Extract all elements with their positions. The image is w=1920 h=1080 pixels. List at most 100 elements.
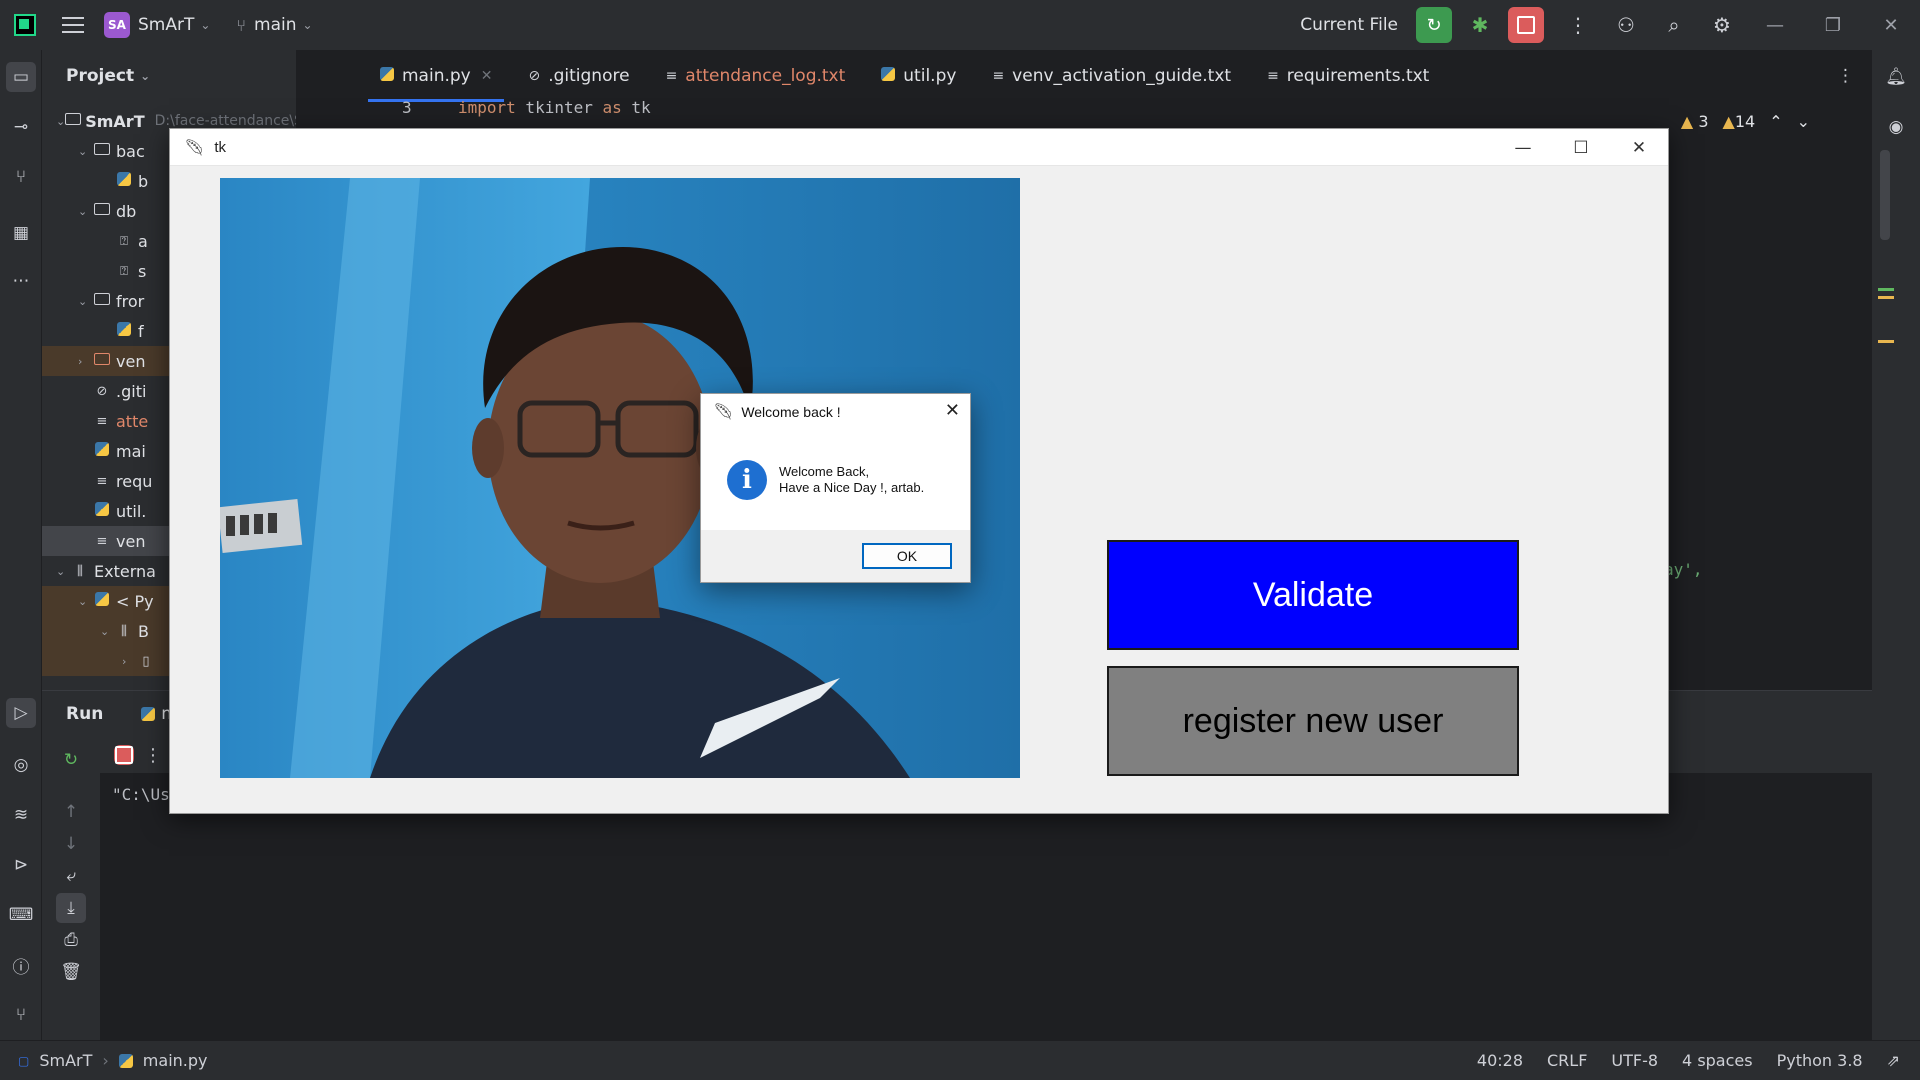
- pull-requests-icon[interactable]: ⑂: [6, 162, 36, 192]
- breadcrumb-file[interactable]: main.py: [143, 1051, 208, 1070]
- restore-window-button[interactable]: ❐: [1804, 15, 1862, 36]
- inspection-widget[interactable]: ▲ 3 ▲14 ⌃ ⌄: [1681, 112, 1810, 131]
- tree-label: atte: [116, 411, 149, 431]
- run-tool-icon[interactable]: ▷: [6, 698, 36, 728]
- search-icon[interactable]: ⌕: [1650, 13, 1698, 37]
- gutter-change-marker: [1878, 288, 1894, 291]
- structure-icon[interactable]: ▦: [6, 218, 36, 248]
- tree-label: a: [138, 231, 148, 251]
- tab-attendance-log[interactable]: ≡ attendance_log.txt: [648, 50, 864, 102]
- services-icon[interactable]: ⊳: [6, 850, 36, 880]
- validate-button[interactable]: Validate: [1107, 540, 1519, 650]
- soft-wrap-icon[interactable]: ⤶: [56, 861, 86, 891]
- read-only-lock-icon[interactable]: ⇗: [1887, 1051, 1900, 1070]
- settings-gear-icon[interactable]: ⚙: [1698, 13, 1746, 37]
- add-user-icon[interactable]: ⚇: [1602, 13, 1650, 37]
- run-config-selector[interactable]: Current File: [1300, 15, 1398, 35]
- more-options-icon[interactable]: ⋮: [144, 745, 162, 766]
- layers-icon[interactable]: ≋: [6, 800, 36, 830]
- tab-label: requirements.txt: [1286, 66, 1430, 86]
- editor-scrollbar[interactable]: [1880, 150, 1890, 240]
- tk-minimize-button[interactable]: —: [1494, 129, 1552, 166]
- tree-label: ven: [116, 531, 146, 551]
- debug-button[interactable]: ✱: [1462, 7, 1498, 43]
- chevron-down-icon: ⌄: [56, 564, 66, 578]
- main-menu-icon[interactable]: [62, 17, 84, 33]
- tk-titlebar[interactable]: 🪶︎ tk — ☐ ✕: [170, 129, 1668, 166]
- ok-button[interactable]: OK: [862, 543, 952, 569]
- weak-warning-count: 14: [1734, 112, 1756, 131]
- chevron-down-icon: ⌄: [56, 114, 66, 128]
- tab-gitignore[interactable]: ⊘ .gitignore: [510, 50, 647, 102]
- scroll-to-end-icon[interactable]: ⤓: [56, 893, 86, 923]
- python-file-icon: [92, 592, 112, 610]
- python-file-icon: [380, 67, 394, 85]
- text-file-icon: ≡: [665, 68, 678, 84]
- chevron-down-icon[interactable]: ⌄: [1797, 112, 1810, 131]
- arrow-up-icon[interactable]: ↑: [56, 797, 86, 827]
- tab-overflow-icon[interactable]: ⋮: [1819, 50, 1872, 102]
- messagebox-titlebar[interactable]: 🪶︎ Welcome back ! ✕: [701, 394, 970, 430]
- console-output[interactable]: "C:\Us: [112, 785, 170, 804]
- ai-assistant-icon[interactable]: ◉: [1881, 112, 1911, 142]
- arrow-down-icon[interactable]: ↓: [56, 829, 86, 859]
- keyword: as: [602, 98, 622, 117]
- print-icon[interactable]: ⎙: [56, 925, 86, 955]
- tab-venv-guide[interactable]: ≡ venv_activation_guide.txt: [974, 50, 1249, 102]
- code-line: import tkinter as tk: [458, 98, 651, 117]
- tab-main-py[interactable]: main.py ✕: [362, 50, 510, 102]
- more-actions-icon[interactable]: ⋮: [1554, 13, 1602, 37]
- code-fragment: ay',: [1664, 560, 1703, 579]
- welcome-messagebox: 🪶︎ Welcome back ! ✕ i Welcome Back, Have…: [700, 393, 971, 583]
- file-encoding[interactable]: UTF-8: [1611, 1051, 1658, 1070]
- messagebox-close-button[interactable]: ✕: [945, 400, 960, 421]
- breadcrumb-project[interactable]: SmArT: [39, 1051, 92, 1070]
- unknown-file-icon: ⍰: [120, 233, 128, 249]
- chevron-down-icon: ⌄: [302, 18, 313, 32]
- tk-maximize-button[interactable]: ☐: [1552, 129, 1610, 166]
- chevron-up-icon[interactable]: ⌃: [1769, 112, 1782, 131]
- tab-label: .gitignore: [548, 66, 630, 86]
- branch-switcher[interactable]: main: [254, 0, 296, 50]
- tab-requirements[interactable]: ≡ requirements.txt: [1249, 50, 1447, 102]
- line-separator[interactable]: CRLF: [1547, 1051, 1587, 1070]
- indent-setting[interactable]: 4 spaces: [1682, 1051, 1753, 1070]
- minimize-window-button[interactable]: —: [1746, 15, 1804, 36]
- tree-label: b: [138, 171, 149, 191]
- tree-label: requ: [116, 471, 153, 491]
- tk-feather-icon: 🪶︎: [713, 404, 734, 421]
- register-new-user-button[interactable]: register new user: [1107, 666, 1519, 776]
- stop-process-button[interactable]: [114, 745, 134, 765]
- rerun-icon[interactable]: ↻: [56, 745, 86, 775]
- run-panel-title[interactable]: Run: [66, 704, 103, 724]
- tk-feather-icon: 🪶︎: [184, 137, 205, 157]
- notifications-bell-icon[interactable]: 🔔︎: [1881, 62, 1911, 92]
- project-panel-title[interactable]: Project: [66, 66, 134, 86]
- trash-icon[interactable]: 🗑︎: [56, 957, 86, 987]
- code-text: tk: [621, 98, 651, 117]
- commit-icon[interactable]: ⊸: [6, 112, 36, 142]
- right-tool-strip: 🔔︎ ◉: [1872, 50, 1920, 1040]
- project-badge[interactable]: SA: [104, 12, 130, 38]
- rerun-button[interactable]: ↻: [1416, 7, 1452, 43]
- tk-close-button[interactable]: ✕: [1610, 129, 1668, 166]
- problems-icon[interactable]: ⓘ: [6, 950, 36, 980]
- close-tab-icon[interactable]: ✕: [481, 68, 493, 84]
- project-switcher[interactable]: SmArT: [138, 0, 194, 50]
- tk-window-title: tk: [214, 138, 226, 156]
- project-folder-icon[interactable]: ▭: [6, 62, 36, 92]
- python-interpreter[interactable]: Python 3.8: [1777, 1051, 1863, 1070]
- warning-count: 3: [1698, 112, 1709, 131]
- python-console-icon[interactable]: ◎: [6, 750, 36, 780]
- editor-tab-bar: main.py ✕ ⊘ .gitignore ≡ attendance_log.…: [362, 50, 1872, 102]
- more-tools-icon[interactable]: ⋯: [6, 266, 36, 296]
- git-icon[interactable]: ⑂: [6, 1000, 36, 1030]
- terminal-icon[interactable]: ⌨: [6, 900, 36, 930]
- chevron-right-icon: ›: [102, 1051, 109, 1070]
- library-icon: ⫼: [121, 623, 127, 639]
- tree-label: B: [138, 621, 149, 641]
- stop-button[interactable]: [1508, 7, 1544, 43]
- tab-util-py[interactable]: util.py: [863, 50, 974, 102]
- caret-position[interactable]: 40:28: [1477, 1051, 1523, 1070]
- close-window-button[interactable]: ✕: [1862, 15, 1920, 36]
